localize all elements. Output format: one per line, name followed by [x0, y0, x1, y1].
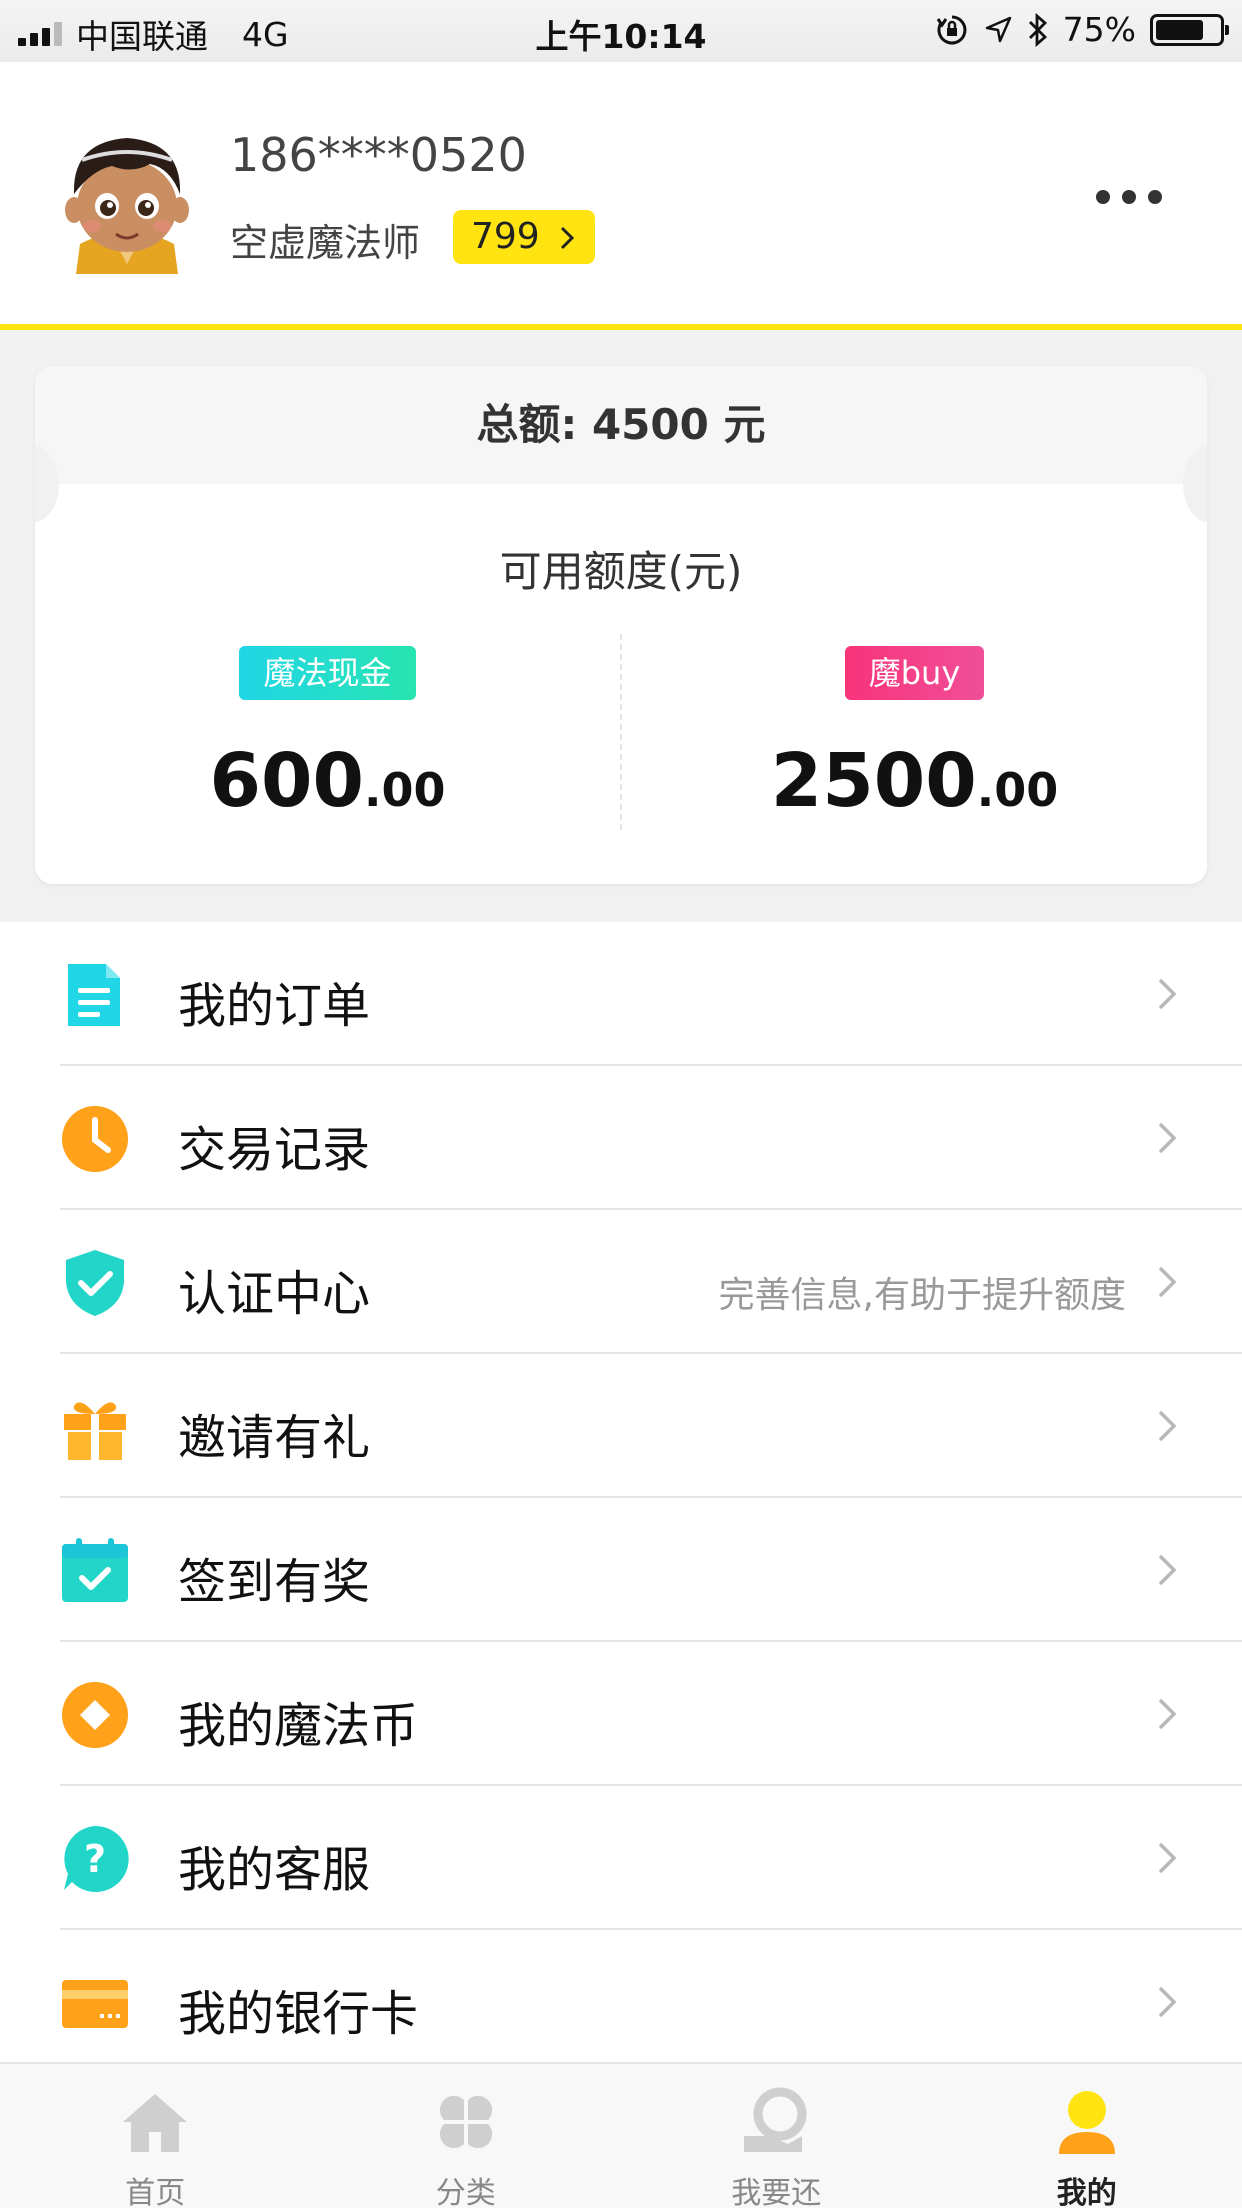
repay-icon — [740, 2086, 812, 2158]
tab-home[interactable]: 首页 — [0, 2064, 311, 2208]
tab-repay[interactable]: 我要还 — [621, 2064, 932, 2208]
location-icon — [983, 15, 1013, 45]
menu-item-magic-coins[interactable]: 我的魔法币 — [0, 1642, 1242, 1786]
menu-label: 我的银行卡 — [178, 1974, 418, 2044]
menu-item-orders[interactable]: 我的订单 — [0, 922, 1242, 1066]
battery-percent: 75% — [1063, 10, 1136, 49]
tab-label: 我要还 — [621, 2168, 932, 2212]
tab-bar: 首页 分类 我要还 我的 — [0, 2062, 1242, 2208]
home-icon — [119, 2086, 191, 2158]
user-nickname: 空虚魔法师 — [230, 212, 420, 267]
svg-text:?: ? — [84, 1837, 106, 1881]
dot-icon — [1148, 190, 1162, 204]
buy-credit[interactable]: 魔buy 2500.00 — [622, 646, 1207, 824]
chevron-right-icon — [1146, 1260, 1186, 1304]
bank-card-icon — [60, 1968, 130, 2038]
chevron-right-icon — [1146, 1980, 1186, 2024]
gift-icon — [60, 1392, 130, 1462]
cash-amount: 600.00 — [35, 738, 620, 824]
cash-amount-integer: 600 — [210, 738, 364, 824]
menu-item-invite[interactable]: 邀请有礼 — [0, 1354, 1242, 1498]
menu-item-bank-cards[interactable]: 我的银行卡 — [0, 1930, 1242, 2074]
level-badge[interactable]: 799 — [453, 210, 595, 264]
calendar-check-icon — [60, 1536, 130, 1606]
tab-label: 我的 — [932, 2168, 1242, 2212]
bluetooth-icon — [1027, 13, 1049, 47]
tab-label: 分类 — [311, 2168, 622, 2212]
tab-mine[interactable]: 我的 — [932, 2064, 1242, 2208]
menu-item-customer-service[interactable]: ? 我的客服 — [0, 1786, 1242, 1930]
chevron-right-icon — [1146, 1692, 1186, 1736]
battery-level — [1156, 20, 1203, 40]
category-icon — [430, 2086, 502, 2158]
shield-check-icon — [60, 1248, 130, 1318]
level-value: 799 — [471, 216, 540, 257]
menu-label: 认证中心 — [178, 1254, 370, 1324]
chevron-right-icon — [1146, 972, 1186, 1016]
chevron-right-icon — [1146, 1116, 1186, 1160]
tab-category[interactable]: 分类 — [311, 2064, 622, 2208]
tab-label: 首页 — [0, 2168, 311, 2212]
buy-amount-decimal: .00 — [977, 763, 1059, 817]
chevron-right-icon — [1146, 1404, 1186, 1448]
order-icon — [60, 960, 130, 1030]
help-icon: ? — [60, 1824, 130, 1894]
cash-amount-decimal: .00 — [364, 763, 446, 817]
menu-hint: 完善信息,有助于提升额度 — [719, 1266, 1126, 1318]
profile-header: 186****0520 空虚魔法师 799 — [0, 62, 1242, 326]
dot-icon — [1122, 190, 1136, 204]
cash-credit[interactable]: 魔法现金 600.00 — [35, 646, 620, 824]
menu-item-verification[interactable]: 认证中心 完善信息,有助于提升额度 — [0, 1210, 1242, 1354]
total-credit: 总额: 4500 元 — [35, 366, 1207, 484]
menu-label: 签到有奖 — [178, 1542, 370, 1612]
menu-label: 我的客服 — [178, 1830, 370, 1900]
status-right: 75% — [935, 10, 1224, 49]
menu-item-checkin[interactable]: 签到有奖 — [0, 1498, 1242, 1642]
available-credit-label: 可用额度(元) — [35, 538, 1207, 599]
menu-label: 交易记录 — [178, 1110, 370, 1180]
credit-section: 总额: 4500 元 可用额度(元) 魔法现金 600.00 魔buy 2500… — [0, 330, 1242, 922]
chevron-right-icon — [557, 225, 577, 251]
menu-label: 我的订单 — [178, 966, 370, 1036]
chevron-right-icon — [1146, 1548, 1186, 1592]
coin-icon — [60, 1680, 130, 1750]
more-options-button[interactable] — [1096, 190, 1162, 204]
orientation-lock-icon — [935, 13, 969, 47]
menu-label: 邀请有礼 — [178, 1398, 370, 1468]
clock-icon — [60, 1104, 130, 1174]
cash-tag: 魔法现金 — [239, 646, 415, 700]
status-bar: 中国联通 4G 上午10:14 75% — [0, 0, 1242, 62]
dot-icon — [1096, 190, 1110, 204]
buy-amount: 2500.00 — [622, 738, 1207, 824]
buy-tag: 魔buy — [845, 646, 985, 700]
buy-amount-integer: 2500 — [771, 738, 977, 824]
user-icon — [1051, 2086, 1123, 2158]
chevron-right-icon — [1146, 1836, 1186, 1880]
avatar[interactable] — [52, 124, 202, 274]
credit-card[interactable]: 总额: 4500 元 可用额度(元) 魔法现金 600.00 魔buy 2500… — [35, 366, 1207, 884]
menu-label: 我的魔法币 — [178, 1686, 418, 1756]
menu-list: 我的订单 交易记录 认证中心 完善信息,有助于提升额度 邀请有礼 — [0, 922, 1242, 2074]
user-phone: 186****0520 — [230, 128, 527, 182]
menu-item-transactions[interactable]: 交易记录 — [0, 1066, 1242, 1210]
battery-icon — [1150, 14, 1224, 46]
